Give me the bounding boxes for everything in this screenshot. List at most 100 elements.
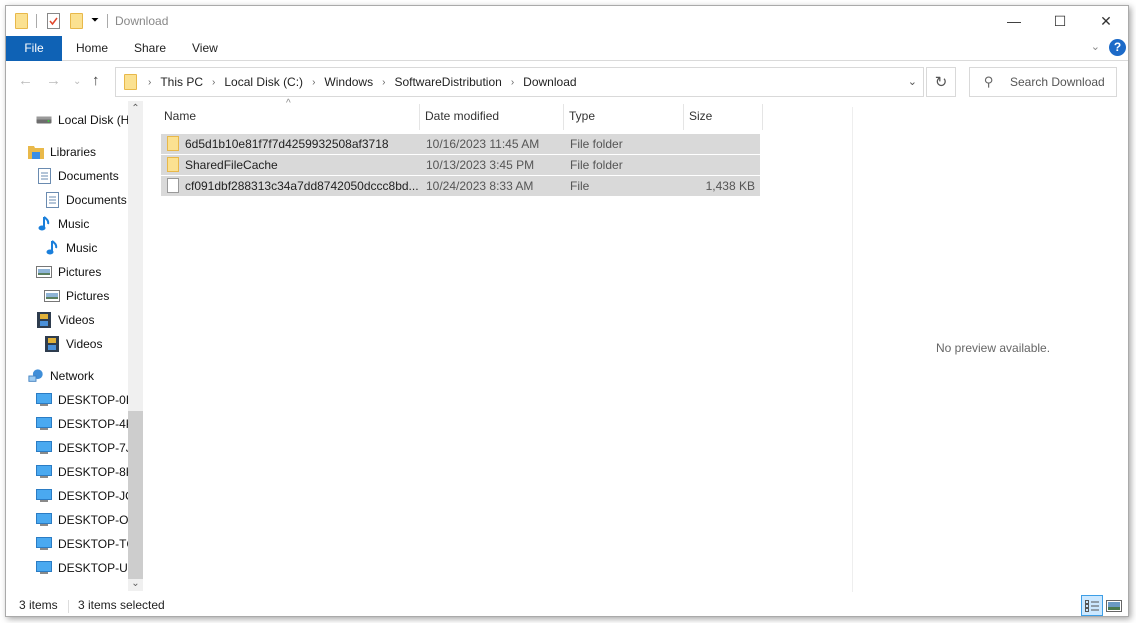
tab-home[interactable]: Home xyxy=(76,36,108,61)
file-type: File folder xyxy=(570,137,623,151)
nav-item-label: Documents xyxy=(66,193,127,207)
nav-item-desktop-4k5[interactable]: DESKTOP-4K5 xyxy=(36,413,128,435)
close-button[interactable]: ✕ xyxy=(1083,6,1129,36)
nav-item-desktop-0it[interactable]: DESKTOP-0IT xyxy=(36,389,128,411)
folder-icon xyxy=(124,74,137,90)
breadcrumb-download[interactable]: Download xyxy=(523,75,576,89)
videos-icon xyxy=(36,312,52,328)
new-folder-icon[interactable] xyxy=(70,13,83,29)
nav-item-desktop-7j6[interactable]: DESKTOP-7J6 xyxy=(36,437,128,459)
nav-scrollbar[interactable]: ⌃ ⌄ xyxy=(128,101,143,591)
libraries-icon xyxy=(28,144,44,160)
nav-item-label: DESKTOP-TQ xyxy=(58,537,128,551)
large-icons-view-button[interactable] xyxy=(1103,595,1125,616)
refresh-button[interactable]: ↻ xyxy=(926,67,956,97)
file-name: 6d5d1b10e81f7f7d4259932508af3718 xyxy=(185,137,389,151)
breadcrumb-windows[interactable]: Windows xyxy=(324,75,373,89)
file-date: 10/16/2023 11:45 AM xyxy=(426,137,540,151)
nav-item-label: Local Disk (H:) xyxy=(58,113,128,127)
address-dropdown-icon[interactable]: ⌄ xyxy=(908,75,917,88)
nav-item-desktop-ui6[interactable]: DESKTOP-UI6 xyxy=(36,557,128,579)
nav-item-videos[interactable]: Videos xyxy=(36,309,94,331)
properties-icon[interactable] xyxy=(47,13,60,29)
customize-quick-access-icon[interactable]: ⏷ xyxy=(91,15,99,31)
file-row[interactable]: SharedFileCache 10/13/2023 3:45 PM File fo… xyxy=(161,155,760,175)
up-button[interactable]: ↑ xyxy=(92,72,100,89)
file-type: File folder xyxy=(570,158,623,172)
documents-icon xyxy=(36,168,52,184)
breadcrumb-separator[interactable]: › xyxy=(382,77,385,88)
back-button[interactable]: ← xyxy=(18,72,33,89)
maximize-button[interactable]: ☐ xyxy=(1037,6,1083,36)
column-header-name[interactable]: Name xyxy=(164,107,196,129)
column-header-type[interactable]: Type xyxy=(569,107,595,129)
nav-item-desktop-tq[interactable]: DESKTOP-TQ xyxy=(36,533,128,555)
nav-item-label: Pictures xyxy=(66,289,110,303)
search-input[interactable]: Search Download xyxy=(1010,75,1105,89)
nav-item-desktop-8ki[interactable]: DESKTOP-8KI xyxy=(36,461,128,483)
column-header-date-modified[interactable]: Date modified xyxy=(425,107,499,129)
nav-item-desktop-oa[interactable]: DESKTOP-OA xyxy=(36,509,128,531)
breadcrumb-separator[interactable]: › xyxy=(312,77,315,88)
search-icon: ⚲ xyxy=(984,74,994,89)
nav-item-music[interactable]: Music xyxy=(44,237,97,259)
nav-item-label: Videos xyxy=(66,337,103,351)
breadcrumb-this-pc[interactable]: This PC xyxy=(160,75,203,89)
column-header-size[interactable]: Size xyxy=(689,107,712,129)
forward-button[interactable]: → xyxy=(46,72,61,89)
nav-item-label: DESKTOP-UI6 xyxy=(58,561,128,575)
breadcrumb-softwaredistribution[interactable]: SoftwareDistribution xyxy=(394,75,501,89)
nav-item-label: DESKTOP-OA xyxy=(58,513,128,527)
nav-item-pictures[interactable]: Pictures xyxy=(36,261,101,283)
file-explorer-window: ⏷ Download — ☐ ✕ File Home Share View ⌄ … xyxy=(5,5,1129,617)
nav-item-documents[interactable]: Documents xyxy=(36,165,119,187)
scroll-thumb[interactable] xyxy=(128,411,143,579)
music-icon xyxy=(44,240,60,256)
file-name: SharedFileCache xyxy=(185,158,278,172)
nav-item-desktop-joi[interactable]: DESKTOP-JOI xyxy=(36,485,128,507)
nav-item-label: Libraries xyxy=(50,145,97,159)
nav-item-documents[interactable]: Documents xyxy=(44,189,127,211)
documents-icon xyxy=(44,192,60,208)
ribbon-tabs: File Home Share View ⌄ ? xyxy=(6,36,1128,61)
nav-item-libraries[interactable]: Libraries xyxy=(28,141,96,163)
music-icon xyxy=(36,216,52,232)
folder-icon xyxy=(15,13,28,29)
help-icon[interactable]: ? xyxy=(1109,39,1126,56)
scroll-down-icon[interactable]: ⌄ xyxy=(128,578,143,589)
search-box[interactable]: ⚲ Search Download xyxy=(969,67,1117,97)
nav-item-pictures[interactable]: Pictures xyxy=(44,285,109,307)
address-bar[interactable]: › This PC › Local Disk (C:) › Windows › … xyxy=(115,67,924,97)
preview-pane-divider[interactable] xyxy=(852,107,853,592)
tab-share[interactable]: Share xyxy=(134,36,166,61)
nav-item-local-disk-h[interactable]: Local Disk (H:) xyxy=(36,109,128,131)
computer-icon xyxy=(36,440,52,456)
breadcrumb-local-disk[interactable]: Local Disk (C:) xyxy=(224,75,303,89)
folder-icon xyxy=(167,157,179,172)
breadcrumb-separator[interactable]: › xyxy=(511,77,514,88)
minimize-button[interactable]: — xyxy=(991,6,1037,36)
file-date: 10/24/2023 8:33 AM xyxy=(426,179,534,193)
nav-item-network[interactable]: Network xyxy=(28,365,94,387)
sort-ascending-icon: ^ xyxy=(286,98,291,109)
expand-ribbon-icon[interactable]: ⌄ xyxy=(1091,40,1100,53)
title-bar: ⏷ Download — ☐ ✕ xyxy=(6,6,1128,36)
file-row[interactable]: cf091dbf288313c34a7dd8742050dccc8bd... 10… xyxy=(161,176,760,196)
breadcrumb-separator[interactable]: › xyxy=(148,77,151,88)
details-view-button[interactable] xyxy=(1081,595,1103,616)
computer-icon xyxy=(36,512,52,528)
file-name: cf091dbf288313c34a7dd8742050dccc8bd... xyxy=(185,179,419,193)
selection-count: 3 items selected xyxy=(78,598,165,612)
nav-item-music[interactable]: Music xyxy=(36,213,89,235)
scroll-up-icon[interactable]: ⌃ xyxy=(128,103,143,114)
nav-item-videos[interactable]: Videos xyxy=(44,333,102,355)
tab-view[interactable]: View xyxy=(192,36,218,61)
breadcrumb-separator[interactable]: › xyxy=(212,77,215,88)
nav-item-label: DESKTOP-JOI xyxy=(58,489,128,503)
large-icons-view-icon xyxy=(1106,599,1122,612)
file-row[interactable]: 6d5d1b10e81f7f7d4259932508af3718 10/16/20… xyxy=(161,134,760,154)
tab-file[interactable]: File xyxy=(6,36,62,61)
recent-locations-button[interactable]: ⌄ xyxy=(73,76,81,87)
computer-icon xyxy=(36,464,52,480)
breadcrumb: › This PC › Local Disk (C:) › Windows › … xyxy=(124,74,577,90)
